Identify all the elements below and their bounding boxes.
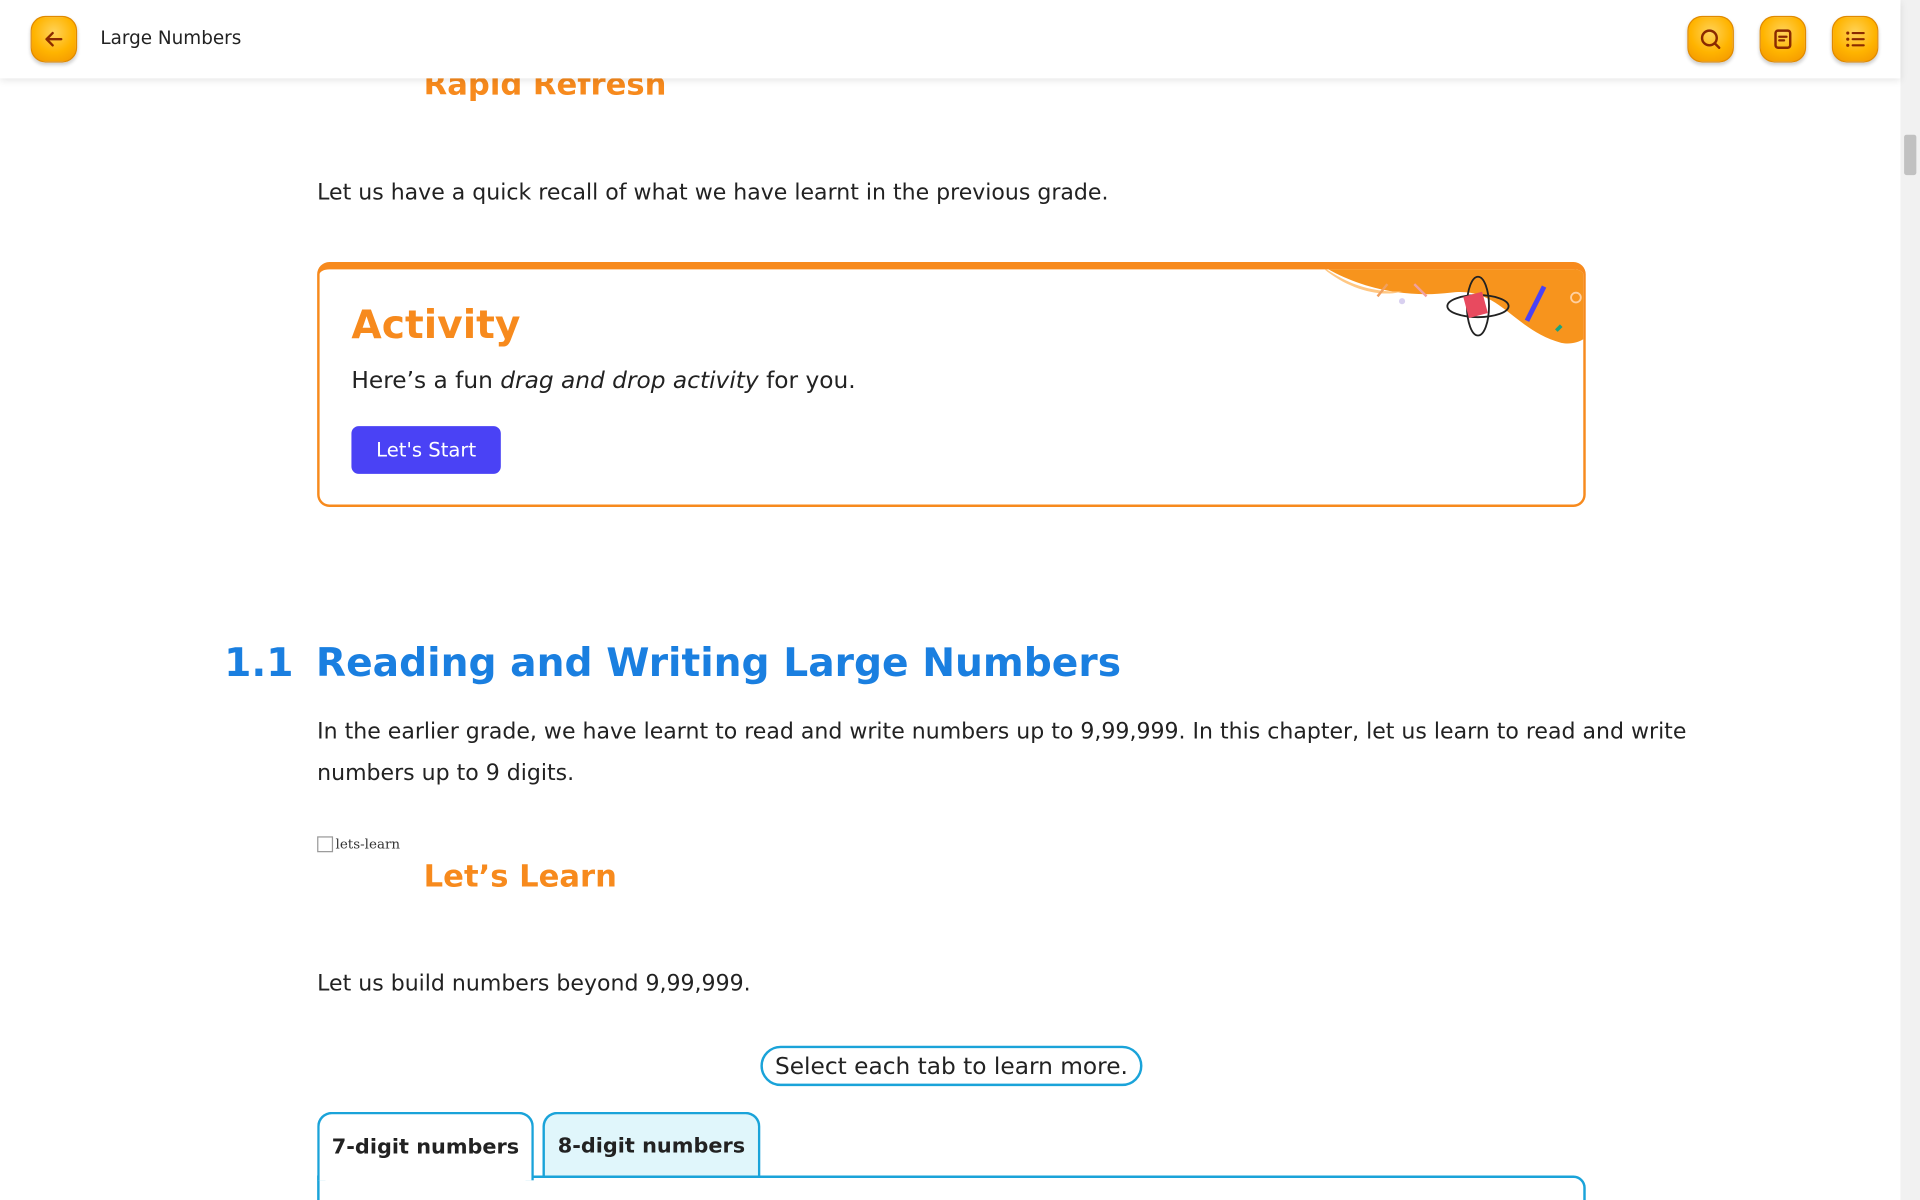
- section-title: Reading and Writing Large Numbers: [315, 639, 1122, 686]
- tab-7-digit-numbers[interactable]: 7-digit numbers: [317, 1111, 534, 1181]
- scrollbar-thumb[interactable]: [1904, 134, 1917, 176]
- arrow-left-icon: [45, 31, 63, 47]
- main-content: Rapid Refresh Let us have a quick recall…: [0, 0, 1900, 1200]
- notes-button[interactable]: [1759, 15, 1807, 63]
- back-button[interactable]: [30, 15, 78, 63]
- activity-description: Here’s a fun drag and drop activity for …: [351, 367, 856, 395]
- lets-start-button[interactable]: Let's Start: [351, 426, 501, 474]
- search-icon: [1700, 29, 1721, 49]
- section-paragraph-line1: In the earlier grade, we have learnt to …: [317, 718, 1687, 745]
- lets-learn-text: Let us build numbers beyond 9,99,999.: [317, 971, 751, 997]
- lets-learn-image: lets-learn: [317, 836, 400, 853]
- tab-hint: Select each tab to learn more.: [760, 1045, 1143, 1087]
- section-number: 1.1: [224, 639, 294, 686]
- notes-icon: [1774, 29, 1792, 49]
- activity-decoration-image: [1324, 269, 1584, 344]
- top-bar: Large Numbers: [0, 0, 1901, 79]
- activity-title: Activity: [351, 301, 521, 348]
- tab-8-digit-numbers[interactable]: 8-digit numbers: [542, 1111, 761, 1178]
- list-menu-icon: [1846, 31, 1865, 47]
- rapid-refresh-text: Let us have a quick recall of what we ha…: [317, 180, 1109, 206]
- search-button[interactable]: [1687, 15, 1734, 63]
- menu-button[interactable]: [1831, 15, 1879, 63]
- vertical-scrollbar[interactable]: [1900, 0, 1920, 1200]
- page-title: Large Numbers: [100, 26, 242, 49]
- lets-learn-heading: Let’s Learn: [423, 858, 617, 894]
- activity-card: Activity Here’s a fun drag and drop acti…: [317, 262, 1586, 507]
- section-paragraph-line2: numbers up to 9 digits.: [317, 760, 575, 787]
